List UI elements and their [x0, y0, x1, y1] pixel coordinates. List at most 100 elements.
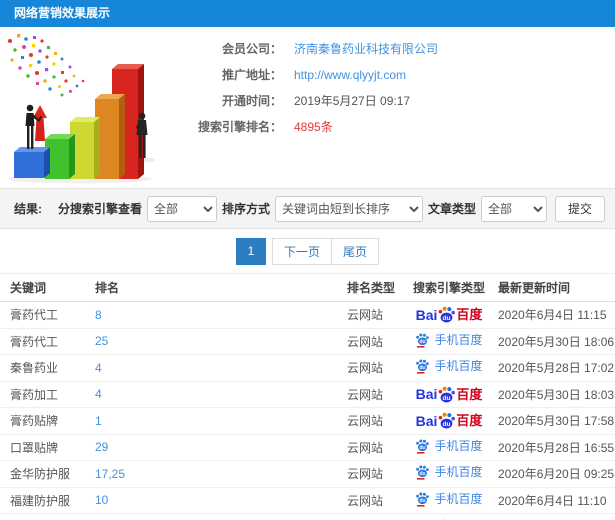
- col-engine-type: 搜索引擎类型: [410, 273, 488, 302]
- cell-keyword: 膏药贴牌: [0, 407, 85, 435]
- cell-engine: du 手机百度: [410, 328, 488, 355]
- cell-rank-type: 云网站: [337, 460, 410, 488]
- window-title-bar: 网络营销效果展示: [0, 0, 615, 27]
- member-info-section: 会员公司： 济南秦鲁药业科技有限公司 推广地址： http://www.qlyy…: [0, 27, 615, 188]
- baidu-mobile-label: 手机百度: [434, 332, 483, 347]
- cell-engine: Bai du 百度: [410, 381, 488, 408]
- baidu-mobile-logo: du 手机百度: [415, 358, 483, 374]
- baidu-logo-cn-text: 百度: [456, 413, 483, 429]
- svg-text:du: du: [443, 395, 451, 402]
- field-ranking-count: 搜索引擎排名： 4895条: [178, 118, 615, 135]
- baidu-mobile-logo: du 手机百度: [415, 491, 483, 507]
- table-row: 口罩贴牌 29 云网站 du 手机百度 2020年5月28日 16:55: [0, 434, 615, 461]
- baidu-pc-logo: Bai du 百度: [416, 305, 483, 324]
- rank-link[interactable]: 29: [95, 440, 108, 454]
- cell-keyword: 膏药代工: [0, 301, 85, 329]
- result-label: 结果:: [14, 202, 42, 216]
- table-header: 关键词 排名 排名类型 搜索引擎类型 最新更新时间: [0, 273, 615, 302]
- bar-blue-cube: [14, 147, 50, 178]
- col-keyword: 关键词: [0, 273, 85, 302]
- member-info-fields: 会员公司： 济南秦鲁药业科技有限公司 推广地址： http://www.qlyy…: [178, 27, 615, 135]
- baidu-mobile-logo: du 手机百度: [415, 332, 483, 348]
- svg-text:du: du: [443, 421, 451, 428]
- cell-engine: du 手机百度: [410, 354, 488, 382]
- baidu-mobile-paw-icon: du: [416, 492, 430, 507]
- page-current-button[interactable]: 1: [235, 237, 266, 265]
- cell-updated: 2020年6月4日 11:15: [488, 301, 615, 329]
- cell-keyword: 秦鲁药业: [0, 354, 85, 382]
- cell-keyword: 膏药代工: [0, 328, 85, 355]
- rank-link[interactable]: 4: [95, 361, 102, 375]
- page-button-group: 下一页 尾页: [271, 237, 380, 265]
- cell-rank-type: [337, 514, 410, 520]
- baidu-mobile-paw-icon: du: [416, 465, 430, 480]
- page-title: 网络营销效果展示: [14, 6, 111, 20]
- cell-updated: 2020年5月28日 16:55: [488, 434, 615, 461]
- table-row: Bai du 百度: [0, 514, 615, 520]
- field-open-time: 开通时间： 2019年5月27日 09:17: [178, 92, 615, 109]
- cell-updated: 2020年5月30日 18:06: [488, 328, 615, 355]
- promo-url-label: 推广地址：: [221, 68, 282, 82]
- rank-link[interactable]: 17,25: [95, 467, 125, 481]
- cell-updated: 2020年5月30日 17:58: [488, 407, 615, 435]
- cell-rank-type: 云网站: [337, 354, 410, 382]
- table-row: 膏药代工 8 云网站 Bai du 百度 2020年6月4日 11:15: [0, 301, 615, 329]
- baidu-paw-icon: du: [439, 307, 456, 323]
- rank-link[interactable]: 10: [95, 493, 108, 507]
- engine-filter-select[interactable]: 全部: [146, 195, 217, 222]
- pagination: 1 下一页 尾页: [0, 229, 615, 273]
- cell-rank-type: 云网站: [337, 328, 410, 355]
- company-link[interactable]: 济南秦鲁药业科技有限公司: [294, 40, 438, 57]
- submit-button[interactable]: 提交: [554, 195, 605, 222]
- col-rank: 排名: [85, 273, 337, 302]
- sort-filter-select[interactable]: 关键词由短到长排序: [274, 195, 423, 222]
- cell-keyword: 膏药加工: [0, 381, 85, 408]
- cell-keyword: 口罩贴牌: [0, 434, 85, 461]
- field-url: 推广地址： http://www.qlyyjt.com: [178, 66, 615, 83]
- table-row: 金华防护服 17,25 云网站 du 手机百度 2020年6月20日 09:25: [0, 460, 615, 488]
- svg-text:du: du: [420, 445, 426, 451]
- svg-text:du: du: [420, 365, 426, 371]
- article-type-select[interactable]: 全部: [480, 195, 547, 222]
- baidu-logo-bai-text: Bai: [415, 386, 438, 403]
- baidu-mobile-paw-icon: du: [416, 333, 430, 348]
- cell-updated: 2020年6月20日 09:25: [488, 460, 615, 488]
- baidu-mobile-paw-icon: du: [416, 439, 430, 454]
- last-page-button[interactable]: 尾页: [332, 237, 380, 265]
- baidu-mobile-logo: du 手机百度: [415, 464, 483, 480]
- rank-link[interactable]: 8: [95, 308, 102, 322]
- next-page-button[interactable]: 下一页: [271, 237, 332, 265]
- cell-updated: 2020年6月4日 11:10: [488, 487, 615, 514]
- col-updated: 最新更新时间: [488, 273, 615, 302]
- table-row: 福建防护服 10 云网站 du 手机百度 2020年6月4日 11:10: [0, 487, 615, 514]
- cell-engine: Bai du 百度: [410, 301, 488, 329]
- table-row: 膏药代工 25 云网站 du 手机百度 2020年5月30日 18:06: [0, 328, 615, 355]
- cell-engine: Bai du 百度: [410, 407, 488, 435]
- baidu-pc-logo: Bai du 百度: [416, 411, 483, 430]
- cell-engine: Bai du 百度: [410, 514, 488, 520]
- filter-controls: 分搜索引擎查看 全部 排序方式 关键词由短到长排序 文章类型 全部 提交: [58, 195, 605, 222]
- ranking-count-value: 4895条: [294, 120, 333, 134]
- cell-updated: 2020年5月30日 18:03: [488, 381, 615, 408]
- table-row: 秦鲁药业 4 云网站 du 手机百度 2020年5月28日 17:02: [0, 354, 615, 382]
- keyword-ranking-table: 关键词 排名 排名类型 搜索引擎类型 最新更新时间 膏药代工 8 云网站 Bai…: [0, 273, 615, 520]
- cell-rank-type: 云网站: [337, 407, 410, 435]
- filter-bar: 结果: 分搜索引擎查看 全部 排序方式 关键词由短到长排序 文章类型 全部 提交: [0, 188, 615, 229]
- col-rank-type: 排名类型: [337, 273, 410, 302]
- cell-rank-type: 云网站: [337, 487, 410, 514]
- svg-text:du: du: [443, 315, 451, 322]
- field-company: 会员公司： 济南秦鲁药业科技有限公司: [178, 40, 615, 57]
- sort-filter-label: 排序方式: [221, 202, 270, 216]
- baidu-mobile-label: 手机百度: [434, 438, 483, 453]
- rank-link[interactable]: 25: [95, 334, 108, 348]
- rank-link[interactable]: 1: [95, 414, 102, 428]
- rank-link[interactable]: 4: [95, 387, 102, 401]
- baidu-logo-cn-text: 百度: [456, 307, 483, 323]
- company-label: 会员公司：: [221, 42, 282, 56]
- baidu-paw-icon: du: [439, 413, 456, 429]
- article-type-label: 文章类型: [427, 202, 476, 216]
- cell-engine: du 手机百度: [410, 434, 488, 461]
- cell-updated: 2020年5月28日 17:02: [488, 354, 615, 382]
- table-row: 膏药贴牌 1 云网站 Bai du 百度 2020年5月30日 17:58: [0, 407, 615, 435]
- promo-url-link[interactable]: http://www.qlyyjt.com: [294, 68, 406, 82]
